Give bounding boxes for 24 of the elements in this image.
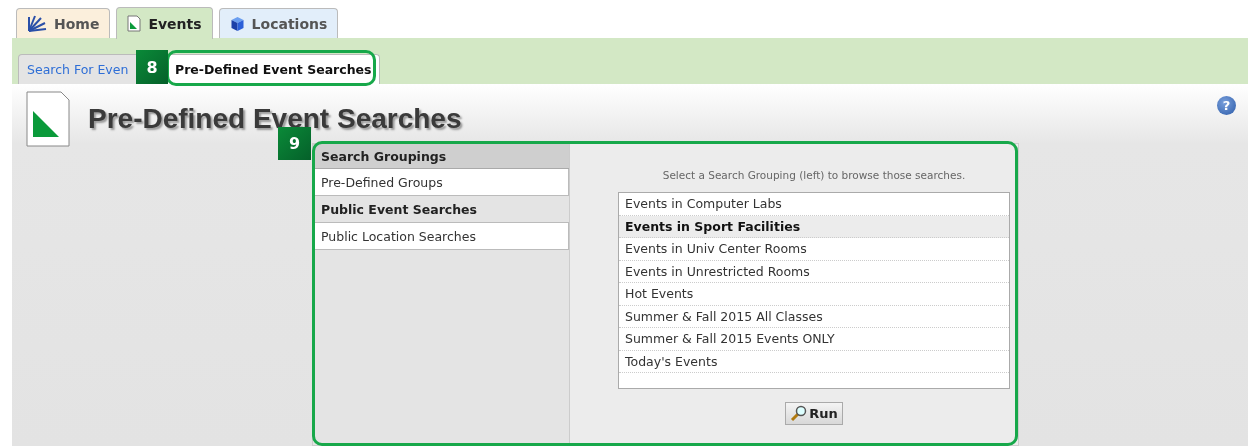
tab[interactable]: Home [16, 8, 111, 38]
search-item[interactable]: Summer & Fall 2015 All Classes [619, 305, 1009, 328]
document-icon [127, 15, 142, 32]
document-icon [26, 91, 70, 147]
search-item[interactable]: Summer & Fall 2015 Events ONLY [619, 328, 1009, 351]
tab[interactable]: Locations [218, 8, 339, 38]
search-item[interactable]: Events in Unrestricted Rooms [619, 260, 1009, 283]
cube-icon [229, 15, 245, 32]
grouping-item[interactable]: Public Location Searches [313, 223, 569, 250]
grouping-item[interactable]: Pre-Defined Groups [313, 169, 569, 196]
step-number: 9 [278, 127, 311, 160]
search-item[interactable]: Events in Computer Labs [619, 193, 1009, 216]
search-item[interactable]: Events in Univ Center Rooms [619, 238, 1009, 261]
search-item[interactable]: Today's Events [619, 350, 1009, 373]
hint-text: Select a Search Grouping (left) to browse those searches. [662, 169, 966, 181]
step-number: 8 [136, 50, 168, 84]
run-button[interactable]: Run [785, 402, 843, 425]
tab[interactable]: Events [116, 7, 213, 39]
magnifier-icon [790, 405, 809, 422]
sunburst-icon [27, 15, 47, 32]
search-item[interactable]: Events in Sport Facilities [619, 215, 1009, 238]
search-item[interactable]: Hot Events [619, 283, 1009, 306]
subtab[interactable]: Pre-Defined Event Searches [166, 54, 381, 84]
section-header: Search Groupings [313, 144, 569, 169]
